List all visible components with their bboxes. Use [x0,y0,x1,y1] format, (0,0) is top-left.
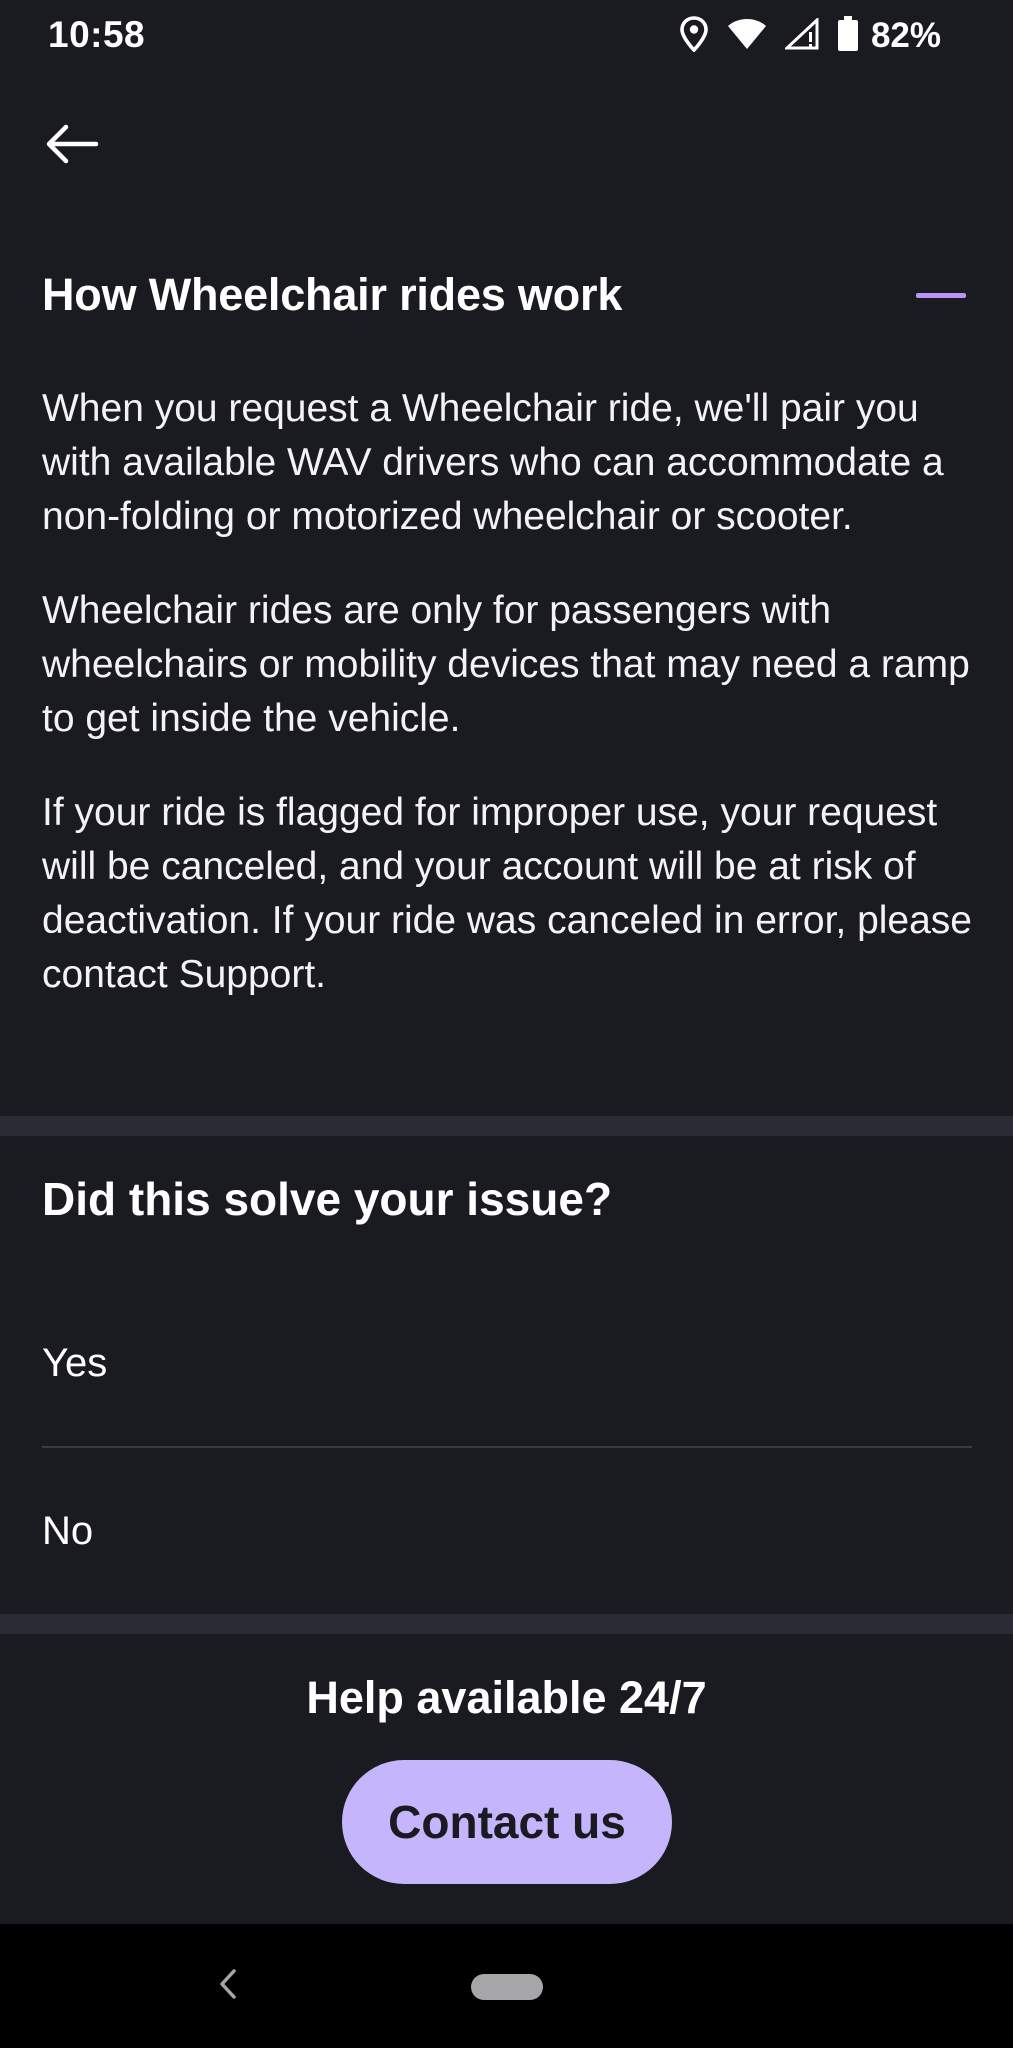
status-icons: 82% [679,14,941,58]
section-divider [0,1116,1013,1136]
accordion-header[interactable]: How Wheelchair rides work [42,255,972,335]
option-label: Yes [42,1340,108,1385]
wifi-icon [727,18,767,55]
article-body: When you request a Wheelchair ride, we'l… [42,382,972,1042]
system-nav-bar [0,1924,1013,2048]
app-screen: 10:58 82% How Wheelchair rides work When… [0,0,1013,1924]
nav-back-button[interactable] [206,1964,250,2008]
section-title: How Wheelchair rides work [42,269,623,320]
chevron-left-icon [218,1968,238,2005]
back-button[interactable] [36,110,108,182]
home-pill-icon[interactable] [471,1974,543,2000]
option-label: No [42,1508,94,1553]
feedback-question: Did this solve your issue? [42,1173,613,1225]
location-icon [679,15,709,57]
battery-percent: 82% [870,16,941,55]
article-paragraph: Wheelchair rides are only for passengers… [42,589,970,740]
arrow-left-icon [44,124,100,169]
contact-us-button[interactable]: Contact us [342,1760,672,1884]
option-divider [42,1446,972,1448]
status-time: 10:58 [48,14,146,55]
help-title: Help available 24/7 [306,1672,707,1723]
section-divider [0,1614,1013,1634]
feedback-option-yes[interactable]: Yes [42,1308,972,1418]
battery-icon [837,15,859,57]
feedback-option-no[interactable]: No [42,1476,972,1586]
collapse-minus-icon[interactable] [916,292,966,298]
article-paragraph: If your ride is flagged for improper use… [42,791,973,996]
signal-icon [783,16,819,55]
status-bar: 10:58 82% [0,0,1013,72]
article-paragraph: When you request a Wheelchair ride, we'l… [42,387,944,538]
